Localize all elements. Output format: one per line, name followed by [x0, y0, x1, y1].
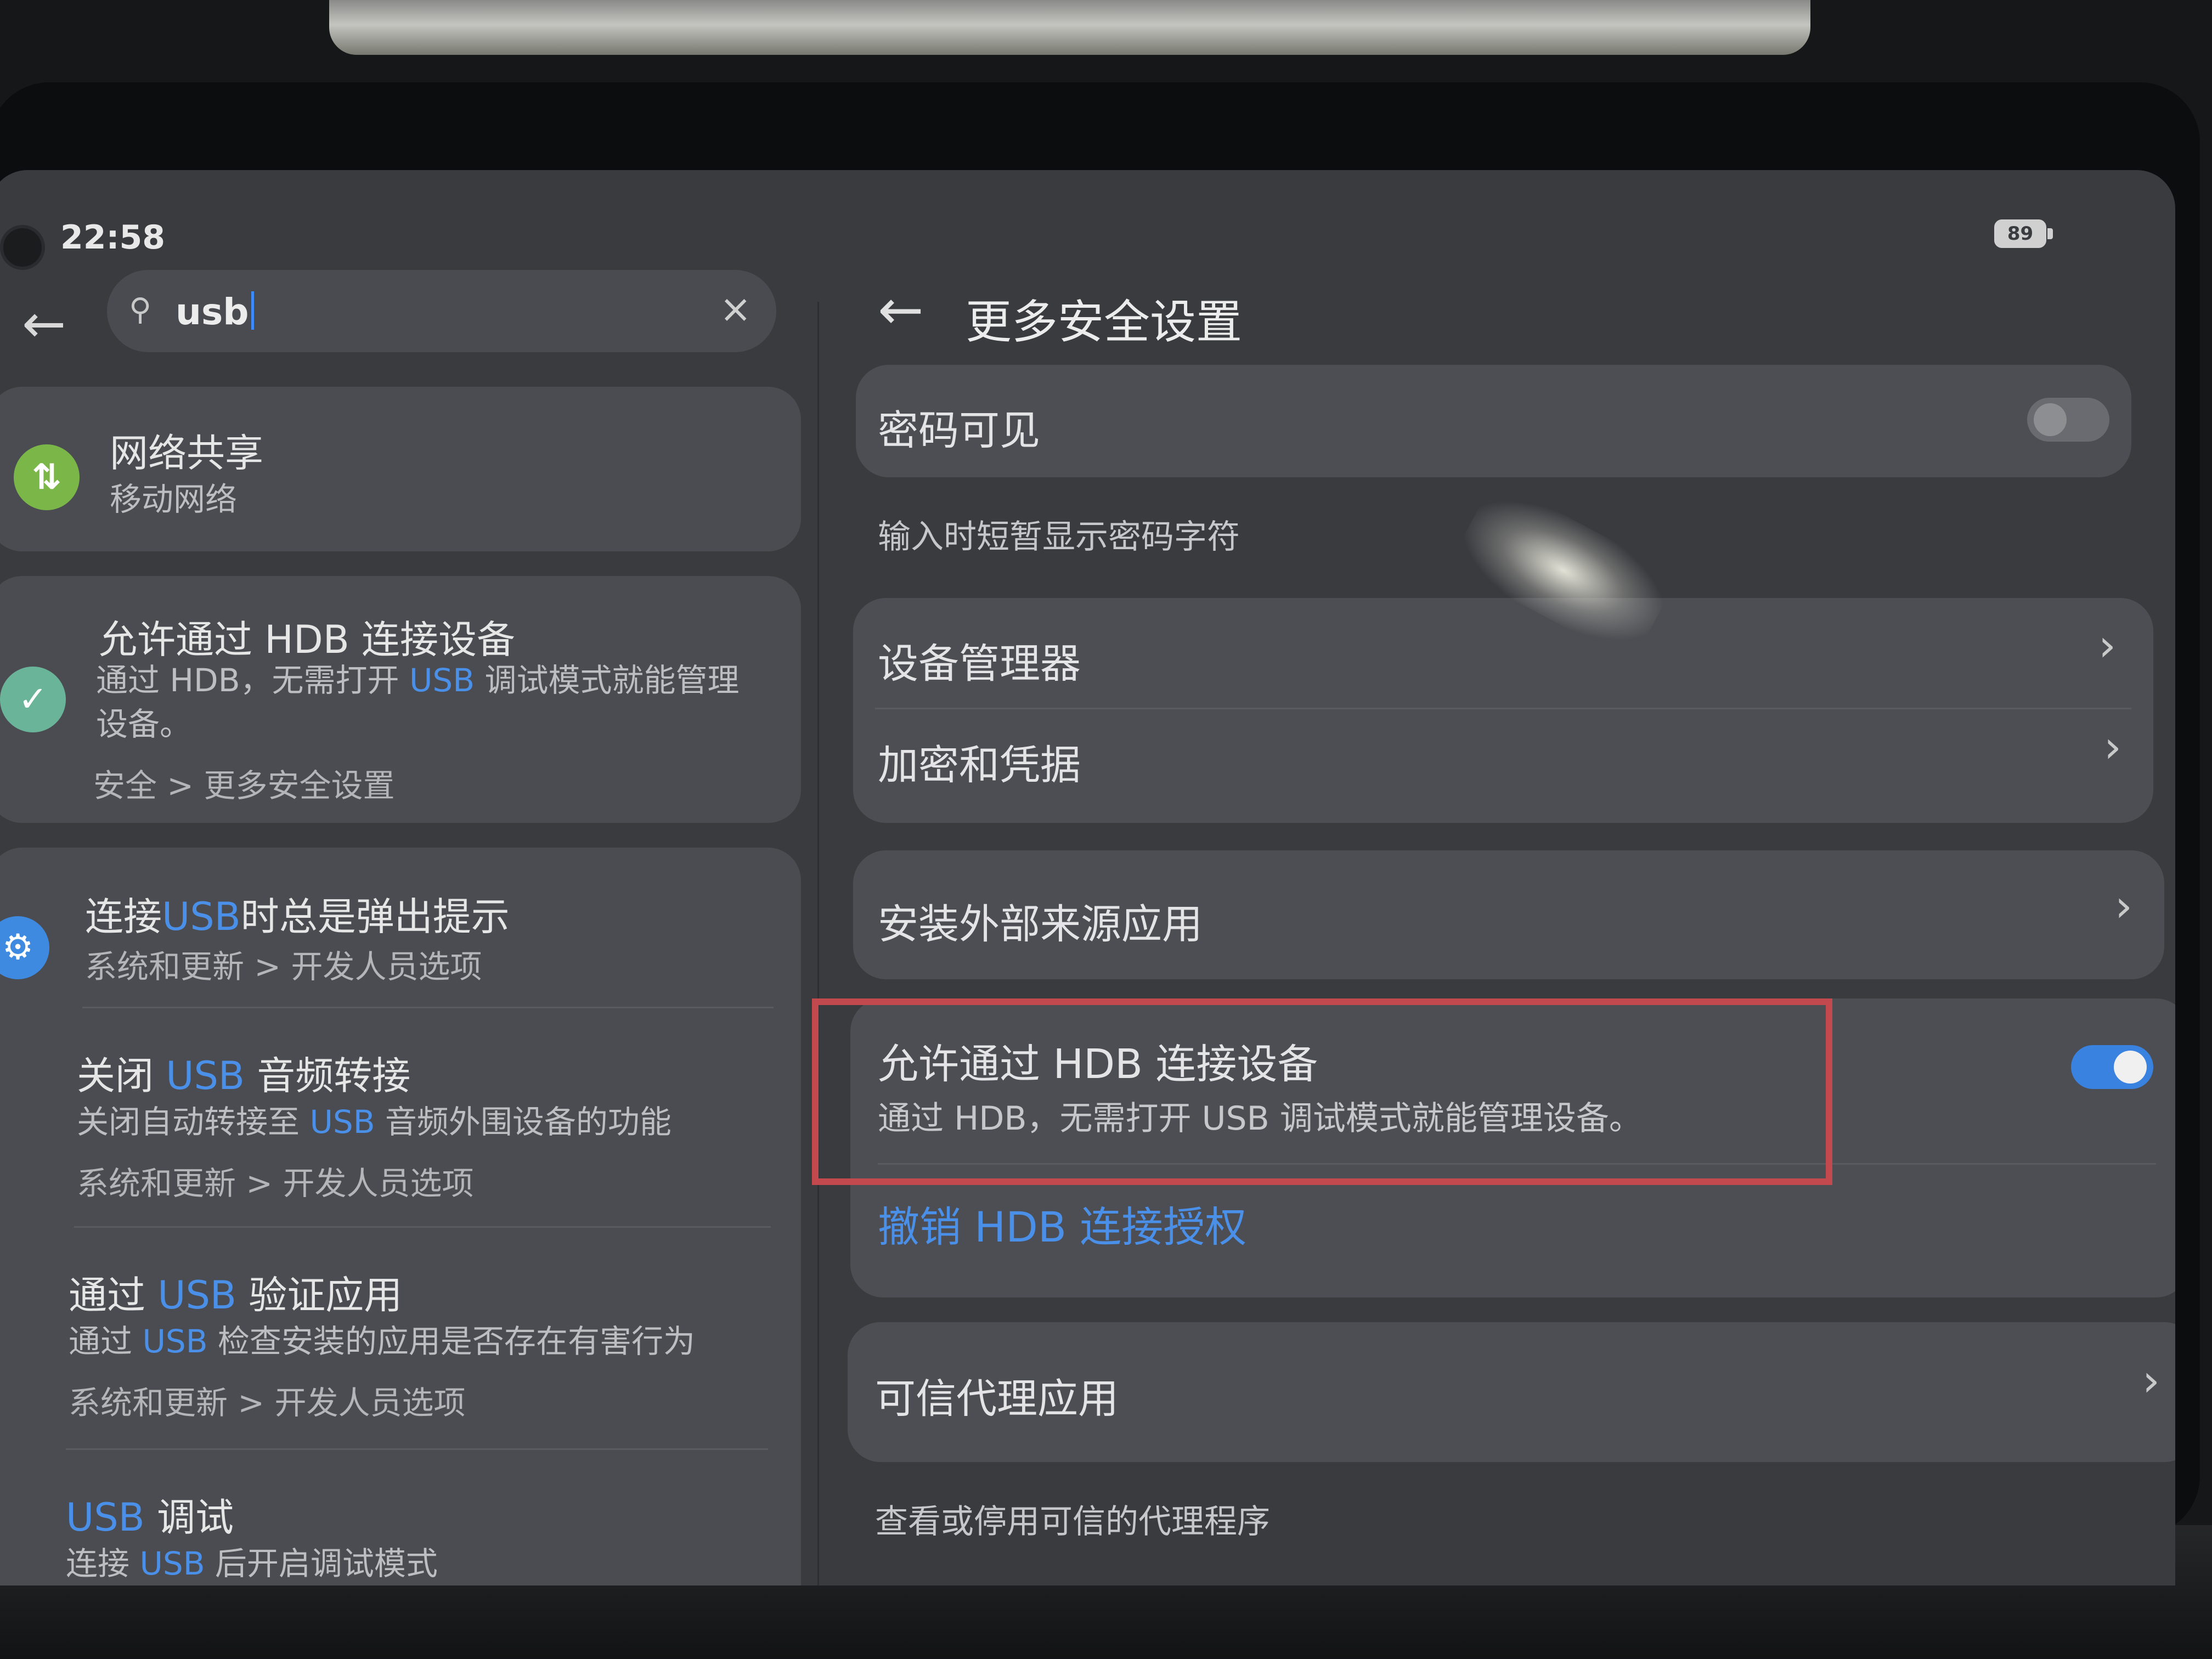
result-title: USB 调试: [66, 1487, 234, 1542]
device-security-card: 设备管理器 › 加密和凭据 ›: [853, 598, 2153, 823]
page-title: 更多安全设置: [966, 295, 1243, 349]
result-subtitle: 连接 USB 后开启调试模式: [66, 1542, 438, 1585]
password-visible-card: 密码可见: [856, 365, 2131, 477]
encryption-label: 加密和凭据: [878, 742, 1081, 789]
chevron-right-icon: ›: [2098, 620, 2116, 671]
clear-icon[interactable]: ×: [719, 286, 752, 331]
result-tethering[interactable]: ⇅ 网络共享 移动网络: [0, 387, 801, 551]
subtitle-text: 通过: [69, 1323, 143, 1360]
password-visible-desc: 输入时短暂显示密码字符: [878, 518, 1240, 556]
battery-icon: 89: [1994, 219, 2046, 248]
search-input[interactable]: ⚲ usb ×: [107, 270, 776, 352]
subtitle-text: 连接: [66, 1545, 140, 1582]
result-subtitle: 移动网络: [110, 481, 238, 518]
result-usb-verify-apps[interactable]: 通过 USB 验证应用 通过 USB 检查安装的应用是否存在有害行为 系统和更新…: [0, 1229, 801, 1448]
trust-agents-row[interactable]: 可信代理应用 ›: [848, 1322, 2175, 1462]
battery-tip: [2047, 228, 2053, 239]
title-text: 验证应用: [236, 1273, 403, 1318]
highlight-annotation: [812, 998, 1832, 1185]
tablet-bezel: 22:58 89 ← ⚲ usb × ⇅ 网络共享 移动网络 ✓ 允许通过 HD…: [0, 82, 2200, 1585]
result-path: 安全 > 更多安全设置: [93, 767, 395, 804]
chevron-right-icon: ›: [2104, 721, 2121, 772]
row-divider: [82, 1007, 774, 1008]
title-text: 音频转接: [244, 1053, 411, 1098]
subtitle-text: 音频外围设备的功能: [375, 1103, 672, 1141]
result-subtitle: 关闭自动转接至 USB 音频外围设备的功能: [77, 1100, 672, 1144]
chevron-right-icon: ›: [2142, 1355, 2160, 1406]
back-arrow-icon[interactable]: ←: [22, 296, 77, 351]
result-usb-prompt[interactable]: 连接USB时总是弹出提示 系统和更新 > 开发人员选项: [0, 848, 801, 1007]
title-highlight: USB: [66, 1495, 145, 1540]
result-title: 通过 USB 验证应用: [69, 1265, 402, 1320]
pane-divider: [817, 302, 819, 1585]
trust-agents-label: 可信代理应用: [875, 1375, 1119, 1423]
hdb-toggle[interactable]: [2071, 1045, 2153, 1089]
result-hdb[interactable]: ✓ 允许通过 HDB 连接设备 通过 HDB，无需打开 USB 调试模式就能管理…: [0, 576, 801, 823]
device-admin-label: 设备管理器: [878, 640, 1081, 687]
subtitle-text: 调试模式就能管理: [475, 662, 740, 699]
title-text: 通过: [69, 1273, 158, 1318]
password-visible-toggle[interactable]: [2027, 398, 2109, 442]
subtitle-highlight: USB: [309, 1103, 375, 1141]
tablet-screen: 22:58 89 ← ⚲ usb × ⇅ 网络共享 移动网络 ✓ 允许通过 HD…: [0, 170, 2175, 1585]
result-usb-debugging[interactable]: USB 调试 连接 USB 后开启调试模式: [0, 1451, 801, 1585]
subtitle-text: 后开启调试模式: [205, 1545, 438, 1582]
search-results-pane: ← ⚲ usb × ⇅ 网络共享 移动网络 ✓ 允许通过 HDB 连接设备 通过…: [0, 170, 823, 1585]
result-title: 网络共享: [110, 431, 263, 476]
password-visible-label: 密码可见: [878, 407, 1040, 454]
back-arrow-icon[interactable]: ←: [878, 280, 924, 340]
install-unknown-row[interactable]: 安装外部来源应用 ›: [853, 850, 2164, 979]
title-text: 时总是弹出提示: [240, 894, 510, 939]
title-text: 关闭: [77, 1053, 166, 1098]
title-text: 调试: [144, 1495, 234, 1540]
revoke-hdb-row[interactable]: 撤销 HDB 连接授权: [850, 1166, 2175, 1297]
result-title: 允许通过 HDB 连接设备: [99, 617, 516, 662]
shield-icon: ✓: [0, 667, 66, 732]
search-query[interactable]: usb: [176, 291, 254, 333]
result-title: 关闭 USB 音频转接: [77, 1045, 410, 1101]
device-admin-row[interactable]: 设备管理器 ›: [853, 598, 2153, 708]
result-path: 系统和更新 > 开发人员选项: [85, 948, 482, 985]
subtitle-text: 通过 HDB，无需打开: [96, 662, 409, 699]
title-text: 连接: [85, 894, 162, 939]
tethering-icon: ⇅: [14, 444, 80, 510]
result-title: 连接USB时总是弹出提示: [85, 886, 510, 941]
result-usb-audio[interactable]: 关闭 USB 音频转接 关闭自动转接至 USB 音频外围设备的功能 系统和更新 …: [0, 1009, 801, 1226]
trust-agents-desc: 查看或停用可信的代理程序: [875, 1503, 1270, 1541]
row-divider: [66, 1448, 768, 1450]
subtitle-highlight: USB: [139, 1545, 205, 1582]
row-divider: [875, 708, 2131, 709]
revoke-hdb-link[interactable]: 撤销 HDB 连接授权: [878, 1193, 1246, 1254]
subtitle-highlight: USB: [142, 1323, 208, 1360]
subtitle-text: 关闭自动转接至: [77, 1103, 310, 1141]
title-highlight: USB: [166, 1053, 245, 1098]
result-subtitle: 通过 USB 检查安装的应用是否存在有害行为: [69, 1319, 695, 1363]
toggle-knob: [2034, 403, 2067, 436]
result-path: 系统和更新 > 开发人员选项: [69, 1384, 466, 1421]
install-unknown-label: 安装外部来源应用: [878, 901, 1203, 948]
title-highlight: USB: [162, 894, 241, 939]
row-divider: [74, 1226, 771, 1228]
result-path: 系统和更新 > 开发人员选项: [77, 1165, 474, 1202]
search-icon: ⚲: [129, 292, 152, 328]
subtitle-text: 设备。: [96, 706, 192, 743]
title-highlight: USB: [157, 1273, 236, 1318]
result-group-developer: ⚙ 连接USB时总是弹出提示 系统和更新 > 开发人员选项 关闭 USB 音频转…: [0, 848, 801, 1585]
toggle-knob: [2114, 1051, 2147, 1084]
result-subtitle: 通过 HDB，无需打开 USB 调试模式就能管理 设备。: [96, 658, 787, 746]
subtitle-text: 检查安装的应用是否存在有害行为: [207, 1323, 695, 1360]
encryption-row[interactable]: 加密和凭据 ›: [853, 710, 2153, 820]
stylus-pen: [329, 0, 1810, 55]
chevron-right-icon: ›: [2115, 881, 2132, 932]
subtitle-highlight: USB: [409, 662, 475, 699]
